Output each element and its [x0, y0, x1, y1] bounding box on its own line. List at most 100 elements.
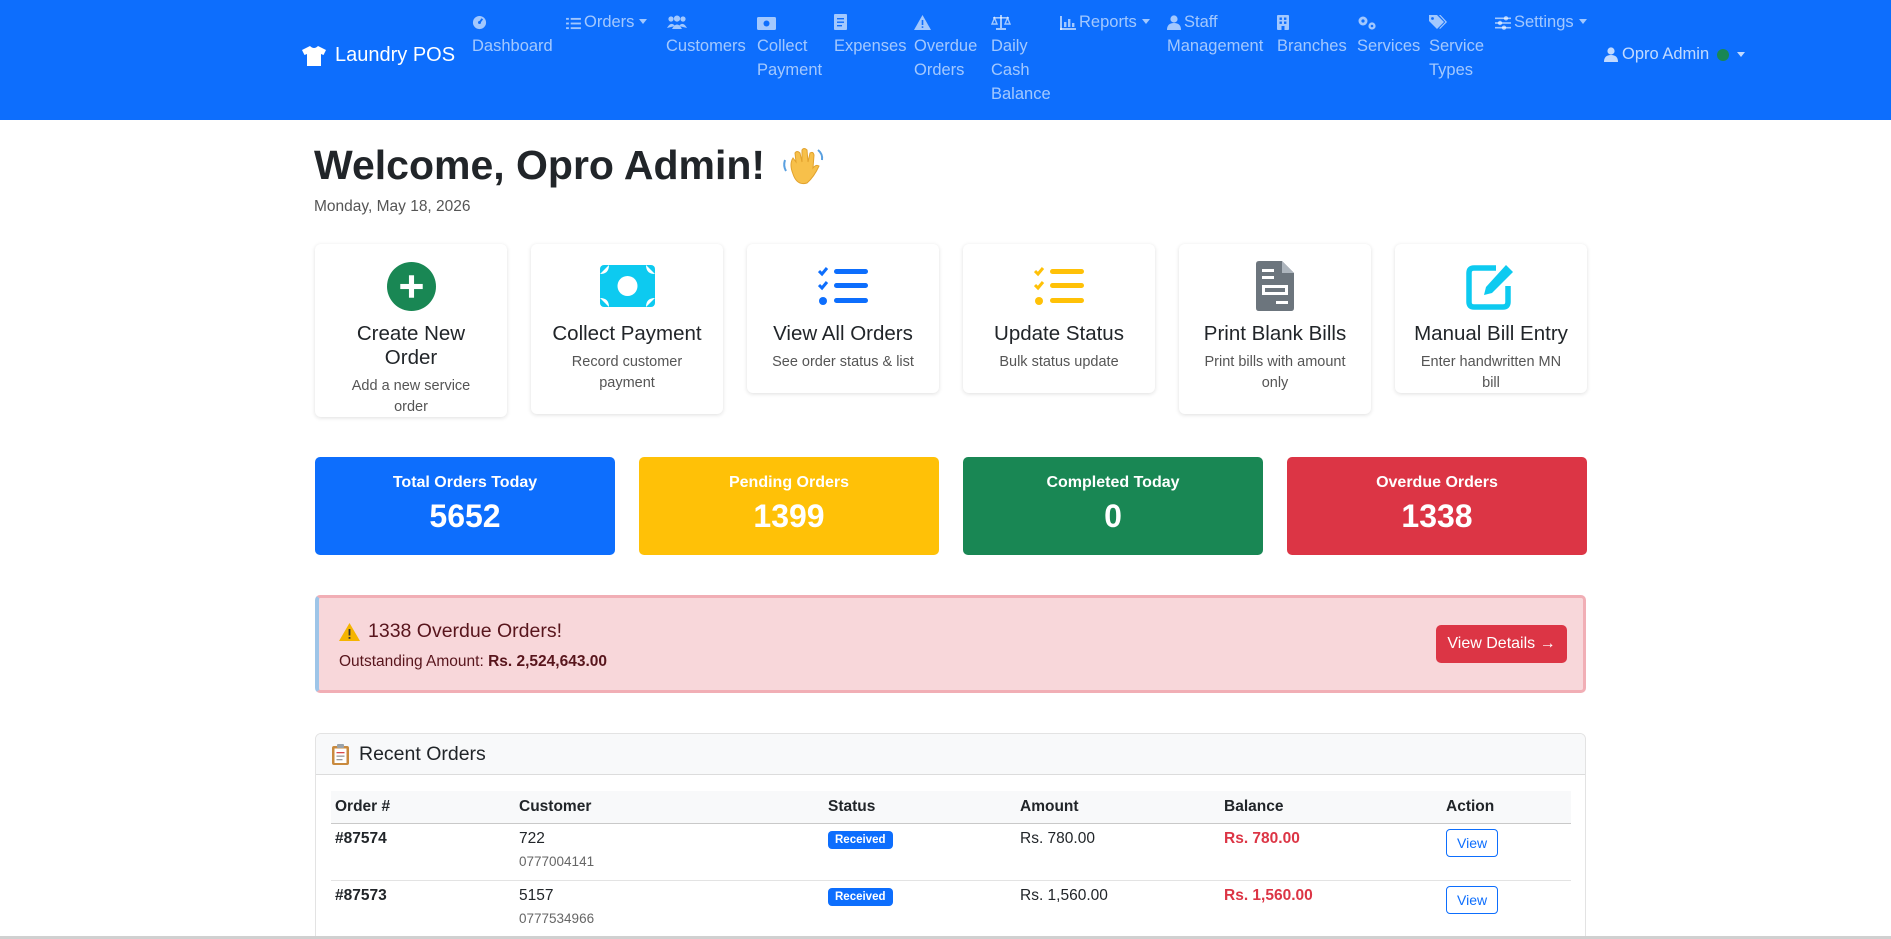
- nav-settings-label: Settings: [1514, 13, 1574, 31]
- outstanding-value: Rs. 2,524,643.00: [488, 653, 608, 670]
- nav-services-label: Services: [1357, 37, 1421, 55]
- file-invoice-icon: [1256, 261, 1294, 311]
- online-status-dot: [1717, 48, 1730, 61]
- col-order: Order #: [331, 791, 515, 824]
- nav-customers-label: Customers: [666, 37, 746, 55]
- action-desc: Add a new service order: [351, 378, 471, 415]
- nav-dashboard-label: Dashboard: [472, 37, 553, 55]
- user-menu-dropdown[interactable]: Opro Admin: [1604, 45, 1746, 64]
- order-number: #87573: [331, 880, 515, 938]
- nav-daily-cash-balance-line2: Cash: [991, 61, 1030, 79]
- table-row: #87574 722 0777004141 Received Rs. 780.0…: [331, 823, 1571, 881]
- action-title: Manual Bill Entry: [1414, 322, 1568, 345]
- nav-service-types-line2: Types: [1429, 61, 1474, 79]
- nav-dashboard[interactable]: Dashboard: [472, 10, 553, 58]
- action-card-view-all-orders[interactable]: View All Orders See order status & list: [747, 244, 939, 393]
- alert-title: 1338 Overdue Orders!: [339, 620, 562, 643]
- stat-label: Pending Orders: [728, 474, 850, 491]
- recent-orders-table: Order # Customer Status Amount Balance A…: [331, 791, 1571, 938]
- stat-card-total-orders: Total Orders Today 5652: [315, 457, 615, 555]
- customer-name: 5157: [519, 886, 554, 904]
- customer-cell: 5157 0777534966: [515, 880, 824, 938]
- list-icon: [566, 17, 581, 30]
- nav-collect-payment[interactable]: Collect Payment: [757, 10, 822, 82]
- balance-cell: Rs. 1,560.00: [1220, 880, 1442, 938]
- users-icon: [667, 15, 687, 29]
- stat-card-completed-today: Completed Today 0: [963, 457, 1263, 555]
- gauge-icon: [472, 15, 487, 30]
- nav-customers[interactable]: Customers: [666, 10, 746, 58]
- user-icon: [1604, 47, 1618, 62]
- chevron-down-icon: [639, 19, 648, 24]
- nav-expenses[interactable]: Expenses: [834, 10, 906, 58]
- nav-staff-management[interactable]: Staff Management: [1167, 10, 1263, 58]
- col-action: Action: [1442, 791, 1571, 824]
- status-cell: Received: [824, 880, 1016, 938]
- nav-service-types[interactable]: Service Types: [1429, 10, 1484, 82]
- clipboard-icon: [332, 743, 349, 765]
- receipt-icon: [834, 14, 847, 30]
- nav-staff-management-line1: Staff: [1184, 13, 1218, 31]
- action-card-collect-payment[interactable]: Collect Payment Record customer payment: [531, 244, 723, 414]
- view-order-button[interactable]: View: [1446, 828, 1499, 857]
- action-card-update-status[interactable]: Update Status Bulk status update: [963, 244, 1155, 393]
- nav-settings-dropdown[interactable]: Settings: [1495, 10, 1587, 34]
- page-title: Welcome, Opro Admin!: [314, 142, 825, 189]
- stat-label: Total Orders Today: [392, 474, 538, 491]
- recent-orders-title: Recent Orders: [359, 742, 486, 765]
- nav-orders-dropdown[interactable]: Orders: [566, 10, 648, 34]
- nav-daily-cash-balance[interactable]: Daily Cash Balance: [991, 10, 1051, 106]
- balance-cell: Rs. 780.00: [1220, 823, 1442, 881]
- brand-name: Laundry POS: [335, 44, 456, 66]
- nav-orders-label: Orders: [584, 13, 635, 31]
- nav-expenses-label: Expenses: [834, 37, 907, 55]
- nav-services[interactable]: Services: [1357, 10, 1420, 58]
- view-order-button[interactable]: View: [1446, 885, 1499, 914]
- customer-name: 722: [519, 829, 545, 847]
- edit-icon: [1466, 265, 1513, 310]
- view-details-button[interactable]: View Details →: [1436, 625, 1567, 663]
- stat-value: 1338: [1401, 498, 1473, 534]
- action-desc: Enter handwritten MN bill: [1420, 354, 1562, 391]
- nav-overdue-orders-line2: Orders: [914, 61, 965, 79]
- action-card-print-blank-bills[interactable]: Print Blank Bills Print bills with amoun…: [1179, 244, 1371, 414]
- action-desc: Print bills with amount only: [1204, 354, 1346, 391]
- brand[interactable]: Laundry POS: [302, 44, 455, 67]
- gears-icon: [1358, 16, 1376, 30]
- chart-bar-icon: [1060, 16, 1076, 30]
- table-row: #87573 5157 0777534966 Received Rs. 1,56…: [331, 880, 1571, 938]
- action-title: View All Orders: [773, 322, 913, 345]
- col-status: Status: [824, 791, 1016, 824]
- tshirt-icon: [302, 45, 326, 66]
- nav-daily-cash-balance-line3: Balance: [991, 85, 1051, 103]
- list-check-icon: [1034, 267, 1084, 305]
- action-title: Update Status: [994, 322, 1124, 345]
- stat-card-pending-orders: Pending Orders 1399: [639, 457, 939, 555]
- action-card-create-order[interactable]: Create New Order Add a new service order: [315, 244, 507, 417]
- customer-phone: 0777534966: [519, 910, 595, 926]
- stat-label: Completed Today: [1046, 474, 1180, 491]
- top-navbar: Laundry POS Dashboard Orders Customers C…: [0, 0, 1891, 120]
- nav-collect-payment-line2: Payment: [757, 61, 823, 79]
- order-number: #87574: [331, 823, 515, 881]
- warning-triangle-icon: [914, 15, 931, 30]
- list-check-icon: [818, 267, 868, 305]
- nav-branches[interactable]: Branches: [1277, 10, 1347, 58]
- stat-label: Overdue Orders: [1376, 474, 1498, 491]
- action-desc: Bulk status update: [999, 354, 1119, 370]
- stat-value: 5652: [429, 498, 501, 534]
- waving-hand-icon: [783, 147, 824, 184]
- nav-reports-dropdown[interactable]: Reports: [1060, 10, 1150, 34]
- nav-daily-cash-balance-line1: Daily: [991, 37, 1028, 55]
- outstanding-label: Outstanding Amount:: [339, 653, 484, 670]
- amount-cell: Rs. 1,560.00: [1016, 880, 1220, 938]
- table-header-row: Order # Customer Status Amount Balance A…: [331, 791, 1571, 824]
- nav-branches-label: Branches: [1277, 37, 1347, 55]
- customer-phone: 0777004141: [519, 853, 595, 869]
- outstanding-amount: Outstanding Amount: Rs. 2,524,643.00: [339, 653, 607, 671]
- welcome-text: Welcome, Opro Admin!: [314, 142, 766, 188]
- action-title: Create New Order: [356, 322, 466, 369]
- action-cell: View: [1442, 880, 1571, 938]
- nav-overdue-orders[interactable]: Overdue Orders: [914, 10, 977, 82]
- action-card-manual-bill-entry[interactable]: Manual Bill Entry Enter handwritten MN b…: [1395, 244, 1587, 393]
